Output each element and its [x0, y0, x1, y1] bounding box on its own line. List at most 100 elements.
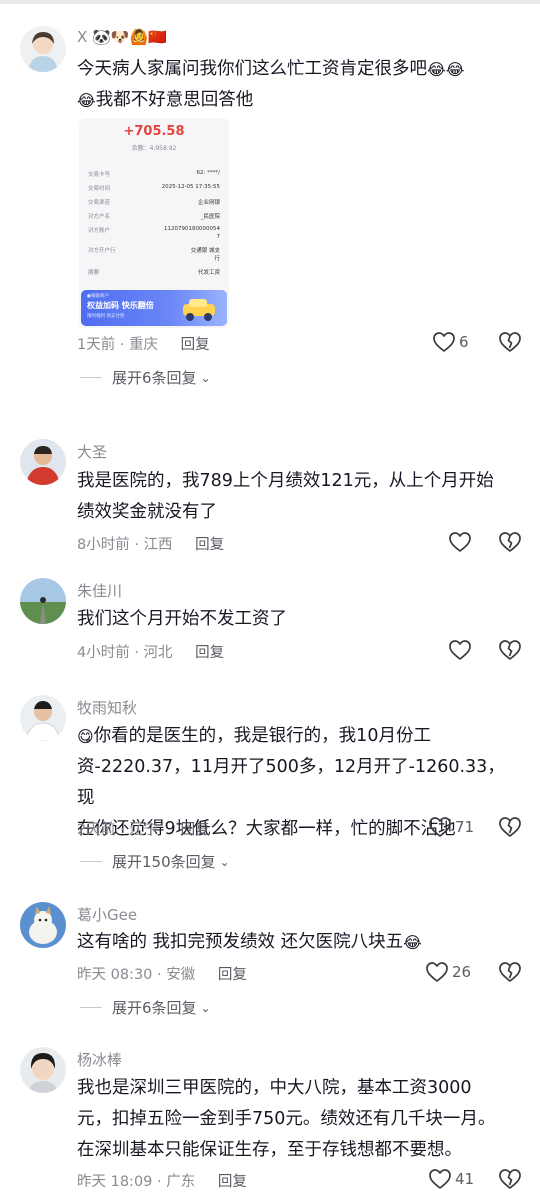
comment-line: 我们这个月开始不发工资了	[77, 609, 287, 629]
receipt-ad-banner: ●银联商户 权益加码 快乐翻倍 限时福利 领支付券	[81, 290, 227, 326]
meta-separator: ·	[134, 645, 139, 661]
broken-heart-icon	[499, 532, 521, 552]
dislike-button[interactable]	[498, 1168, 522, 1194]
heart-outline-icon	[449, 640, 471, 660]
meta-separator: ·	[157, 1174, 162, 1190]
avatar[interactable]	[20, 26, 66, 72]
meta-separator: ·	[119, 337, 125, 353]
ad-label: ●银联商户	[87, 294, 109, 299]
comment-line: 在深圳基本只能保证生存，至于存钱想都不要想。	[77, 1140, 462, 1160]
like-count: 41	[455, 1170, 475, 1188]
comment-time: 2天前	[77, 822, 116, 838]
comment-line: 我也是深圳三甲医院的，中大八院，基本工资3000	[77, 1078, 472, 1098]
meta-separator: ·	[119, 822, 125, 838]
like-button[interactable]: 26	[425, 961, 471, 983]
expand-replies-button[interactable]: 展开150条回复 ⌄	[80, 851, 230, 872]
comment-text: 我们这个月开始不发工资了	[77, 604, 517, 635]
heart-outline-icon	[429, 817, 451, 837]
comment-meta: 2天前 · 辽宁 回复	[77, 818, 210, 839]
attached-image-receipt[interactable]: +705.58 余额：4,958.92 交易卡号 62: ****/ 交易时间 20…	[79, 118, 229, 328]
comment-text: 我也是深圳三甲医院的，中大八院，基本工资3000 元，扣掉五险一金到手750元。…	[77, 1073, 517, 1166]
expand-label[interactable]: 展开150条回复	[112, 851, 216, 872]
heart-outline-icon	[449, 532, 471, 552]
expand-label[interactable]: 展开6条回复	[112, 367, 197, 388]
username-text[interactable]: X	[77, 28, 87, 46]
comment-time: 1天前	[77, 337, 116, 353]
comment-time: 4小时前	[77, 645, 130, 661]
comment-line: 你看的是医生的，我是银行的，我10月份工	[93, 726, 431, 746]
receipt-row: 行	[214, 256, 220, 262]
comment-time: 昨天 18:09	[77, 1174, 153, 1190]
avatar[interactable]	[20, 439, 66, 485]
top-divider	[0, 0, 540, 4]
receipt-amount: +705.58	[123, 124, 185, 139]
like-button[interactable]: 71	[428, 816, 474, 838]
dislike-button[interactable]	[498, 531, 522, 557]
avatar[interactable]	[20, 1047, 66, 1093]
heart-outline-icon	[433, 332, 455, 352]
comment-line: 绩效奖金就没有了	[77, 502, 217, 522]
avatar[interactable]	[20, 695, 66, 741]
username[interactable]: 牧雨知秋	[77, 697, 137, 718]
comment-text: 这有啥的 我扣完预发绩效 还欠医院八块五😂	[77, 927, 517, 958]
comment-location: 安徽	[166, 967, 196, 983]
like-button[interactable]: 41	[428, 1168, 474, 1190]
reply-button[interactable]: 回复	[195, 537, 224, 553]
heart-outline-icon	[429, 1169, 451, 1189]
username[interactable]: X 🐼🐶🙆🇨🇳	[77, 28, 167, 46]
like-button[interactable]: 6	[432, 331, 469, 353]
avatar[interactable]	[20, 578, 66, 624]
dislike-button[interactable]	[498, 331, 522, 357]
yum-emoji: 😋	[77, 727, 94, 746]
username[interactable]: 朱佳川	[77, 580, 122, 601]
meta-separator: ·	[134, 537, 139, 553]
reply-button[interactable]: 回复	[181, 337, 210, 353]
like-button[interactable]	[448, 639, 472, 661]
expand-replies-button[interactable]: 展开6条回复 ⌄	[80, 367, 211, 388]
receipt-row: 交易卡号 62: ****/	[88, 170, 220, 178]
dislike-button[interactable]	[498, 961, 522, 987]
dislike-button[interactable]	[498, 639, 522, 665]
expand-replies-button[interactable]: 展开6条回复 ⌄	[80, 997, 211, 1018]
user-badge-flag: 🇨🇳	[148, 28, 167, 46]
receipt-row: 摘要 代发工资	[88, 270, 220, 276]
reply-button[interactable]: 回复	[218, 1174, 247, 1190]
expand-divider	[80, 377, 102, 378]
chevron-down-icon: ⌄	[219, 854, 230, 869]
comment-line: 我是医院的，我789上个月绩效121元，从上个月开始	[77, 471, 494, 491]
expand-label[interactable]: 展开6条回复	[112, 997, 197, 1018]
receipt-row: 交易时间 2025-12-05 17:35:55	[88, 184, 220, 192]
laughing-emoji: 😂	[427, 60, 446, 79]
car-illustration-icon	[183, 299, 215, 321]
receipt-row: 7	[216, 234, 221, 240]
comment-meta: 1天前 · 重庆 回复	[77, 333, 210, 354]
receipt-row: 交易渠道 企业网银	[88, 200, 220, 206]
laughing-emoji: 😂	[403, 933, 422, 952]
user-badge-dog: 🐶	[110, 28, 130, 46]
comment-location: 辽宁	[129, 822, 159, 838]
username[interactable]: 葛小Gee	[77, 904, 137, 925]
comment-meta: 昨天 18:09 · 广东 回复	[77, 1170, 247, 1191]
expand-divider	[80, 861, 102, 862]
chevron-down-icon: ⌄	[200, 1000, 211, 1015]
broken-heart-icon	[499, 332, 521, 352]
reply-button[interactable]: 回复	[195, 645, 224, 661]
username[interactable]: 杨冰棒	[77, 1049, 122, 1070]
reply-button[interactable]: 回复	[181, 822, 210, 838]
comment-meta: 8小时前 · 江西 回复	[77, 533, 224, 554]
username[interactable]: 大圣	[77, 441, 107, 462]
comment-line: 资-2220.37，11月开了500多，12月开了-1260.33，现	[77, 757, 505, 808]
laughing-emoji: 😂	[445, 60, 465, 79]
comment-line: 我都不好意思回答他	[95, 90, 254, 110]
user-badge-person: 🙆	[129, 28, 149, 46]
reply-button[interactable]: 回复	[218, 967, 247, 983]
dislike-button[interactable]	[498, 816, 522, 842]
like-button[interactable]	[448, 531, 472, 553]
comment-location: 河北	[143, 645, 173, 661]
laughing-emoji: 😂	[77, 91, 96, 110]
comment-location: 重庆	[129, 337, 159, 353]
comment-location: 江西	[143, 537, 173, 553]
meta-separator: ·	[157, 967, 162, 983]
avatar[interactable]	[20, 902, 66, 948]
comment-line: 这有啥的 我扣完预发绩效 还欠医院八块五	[77, 932, 404, 952]
